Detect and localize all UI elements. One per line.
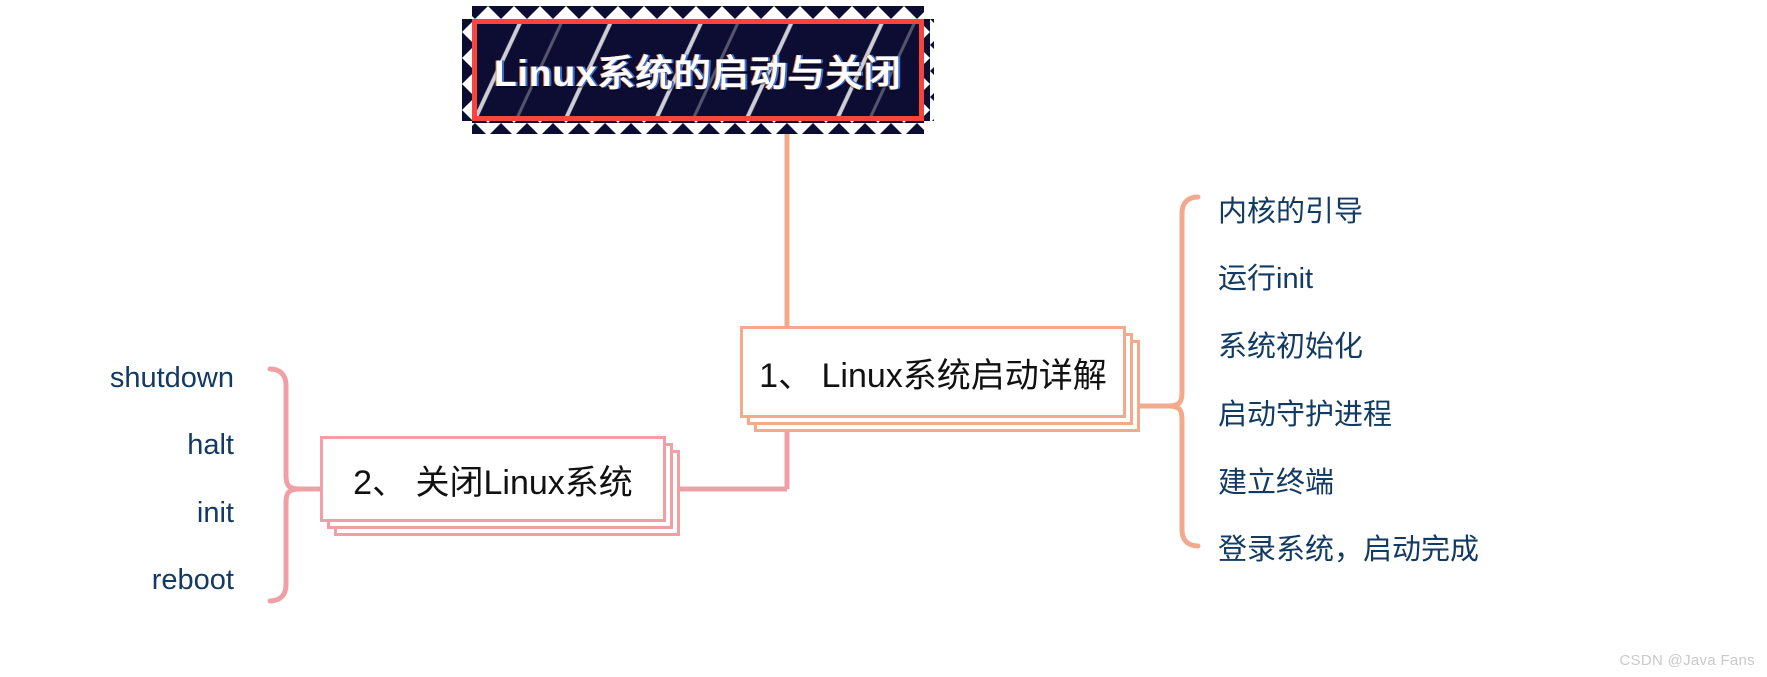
branch-node-linux-startup[interactable]: 1、 Linux系统启动详解 [740, 326, 1140, 432]
branch-node-linux-shutdown[interactable]: 2、 关闭Linux系统 [320, 436, 680, 536]
leaf-halt[interactable]: halt [187, 429, 234, 462]
root-title-text: Linux系统的启动与关闭 [494, 53, 902, 94]
leaf-start-daemons[interactable]: 启动守护进程 [1218, 391, 1392, 433]
leaf-system-init[interactable]: 系统初始化 [1218, 323, 1363, 365]
leaf-shutdown[interactable]: shutdown [110, 362, 234, 395]
mindmap-canvas: Linux系统的启动与关闭 1、 Linux系统启动详解 2、 关闭Linux系… [0, 0, 1767, 677]
leaf-create-terminal[interactable]: 建立终端 [1218, 459, 1334, 501]
branch-node-label: 1、 Linux系统启动详解 [759, 356, 1107, 395]
branch-node-label: 2、 关闭Linux系统 [353, 463, 633, 502]
root-node[interactable]: Linux系统的启动与关闭 [462, 6, 934, 134]
watermark-text: CSDN @Java Fans [1619, 652, 1755, 669]
root-node-box: Linux系统的启动与关闭 [472, 19, 924, 121]
leaf-reboot[interactable]: reboot [152, 564, 234, 597]
leaf-init[interactable]: init [197, 497, 234, 530]
leaf-run-init[interactable]: 运行init [1218, 255, 1313, 297]
leaf-kernel-boot[interactable]: 内核的引导 [1218, 188, 1363, 230]
leaf-login-complete[interactable]: 登录系统，启动完成 [1218, 526, 1479, 568]
